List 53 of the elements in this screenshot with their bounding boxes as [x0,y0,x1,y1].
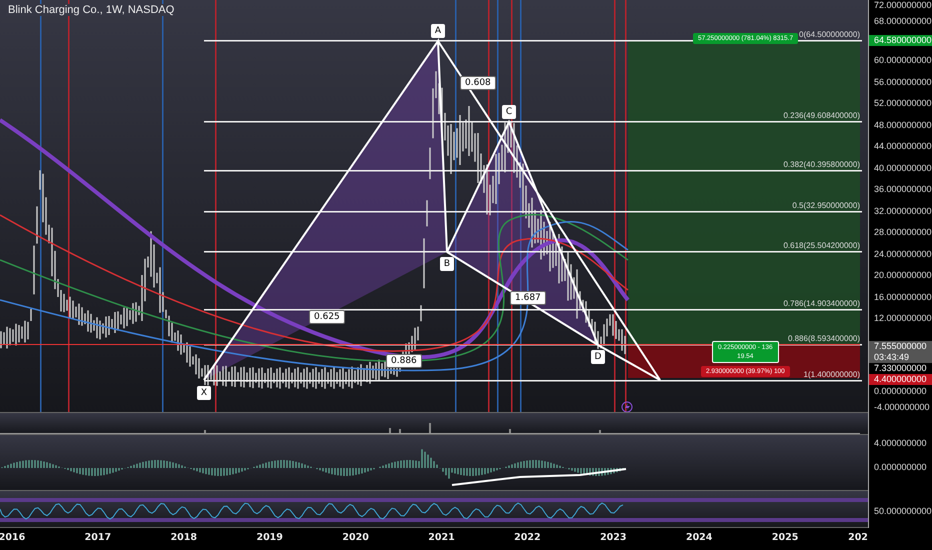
price-axis-label: 68.000000000 [874,16,932,27]
price-axis-label: 60.000000000 [874,55,932,66]
time-axis-label: 2022 [514,532,541,543]
fib-level-label: 1(1.400000000) [804,370,860,379]
price-axis-label: 48.000000000 [874,120,932,131]
price-axis-label: 36.000000000 [874,184,932,195]
time-axis-label: 2020 [342,532,369,543]
chart-title: Blink Charging Co., 1W, NASDAQ [6,4,176,16]
price-tag: 4.400000000 [869,374,932,385]
pattern-point-label: A [431,24,445,38]
price-axis-label: 0.000000000 [874,386,927,397]
macd-axis-label: 0.000000000 [874,462,927,473]
time-axis-label: 2023 [600,532,627,543]
fib-level-label: 0.382(40.395800000) [783,160,860,169]
ratio-label: 0.625 [309,310,345,324]
price-tag: 7.555000000 03:43:49 [869,341,932,363]
pattern-point-label: D [591,350,605,364]
lightning-icon[interactable] [622,402,632,412]
price-axis-label: 40.000000000 [874,163,932,174]
price-axis-label: 28.000000000 [874,227,932,238]
fib-level-label: 0.786(14.903400000) [783,299,860,308]
price-tag: 64.580000000 [869,35,932,46]
fib-level-label: 0.5(32.950000000) [792,201,860,210]
fib-level-label: 0.236(49.608400000) [783,111,860,120]
price-axis-label: 72.000000000 [874,0,932,11]
time-axis-label: 2021 [428,532,455,543]
pattern-point-label: B [440,257,454,271]
price-axis-label: 44.000000000 [874,141,932,152]
time-axis-label: 2025 [772,532,798,543]
fib-level-label: 0(64.500000000) [799,30,860,39]
price-axis-label: 32.000000000 [874,206,932,217]
time-axis-label: 2017 [84,532,112,543]
time-axis-label: 202 [848,532,868,543]
price-axis-label: 20.000000000 [874,270,932,281]
price-axis-label: -4.000000000 [874,402,930,413]
time-axis-label: 2024 [686,532,712,543]
fib-level-label: 0.886(8.593400000) [788,334,860,343]
time-axis-label: 2018 [170,532,198,543]
macd-axis-label: 4.000000000 [874,438,927,449]
ratio-label: 0.886 [386,354,422,368]
ratio-label: 0.608 [460,76,496,90]
price-axis-label: 16.000000000 [874,292,932,303]
time-axis-label: 2016 [0,532,26,543]
pattern-point-label: C [502,105,516,119]
price-axis-label: 24.000000000 [874,249,932,260]
price-axis-label: 56.000000000 [874,77,932,88]
ratio-label: 1.687 [510,291,546,305]
rsi-axis-label: 50.000000000 [874,506,932,517]
price-axis-label: 12.000000000 [874,313,932,324]
pattern-point-label: X [197,386,211,400]
time-axis-label: 2019 [256,532,283,543]
fib-level-label: 0.618(25.504200000) [783,241,860,250]
price-axis-label: 52.000000000 [874,98,932,109]
